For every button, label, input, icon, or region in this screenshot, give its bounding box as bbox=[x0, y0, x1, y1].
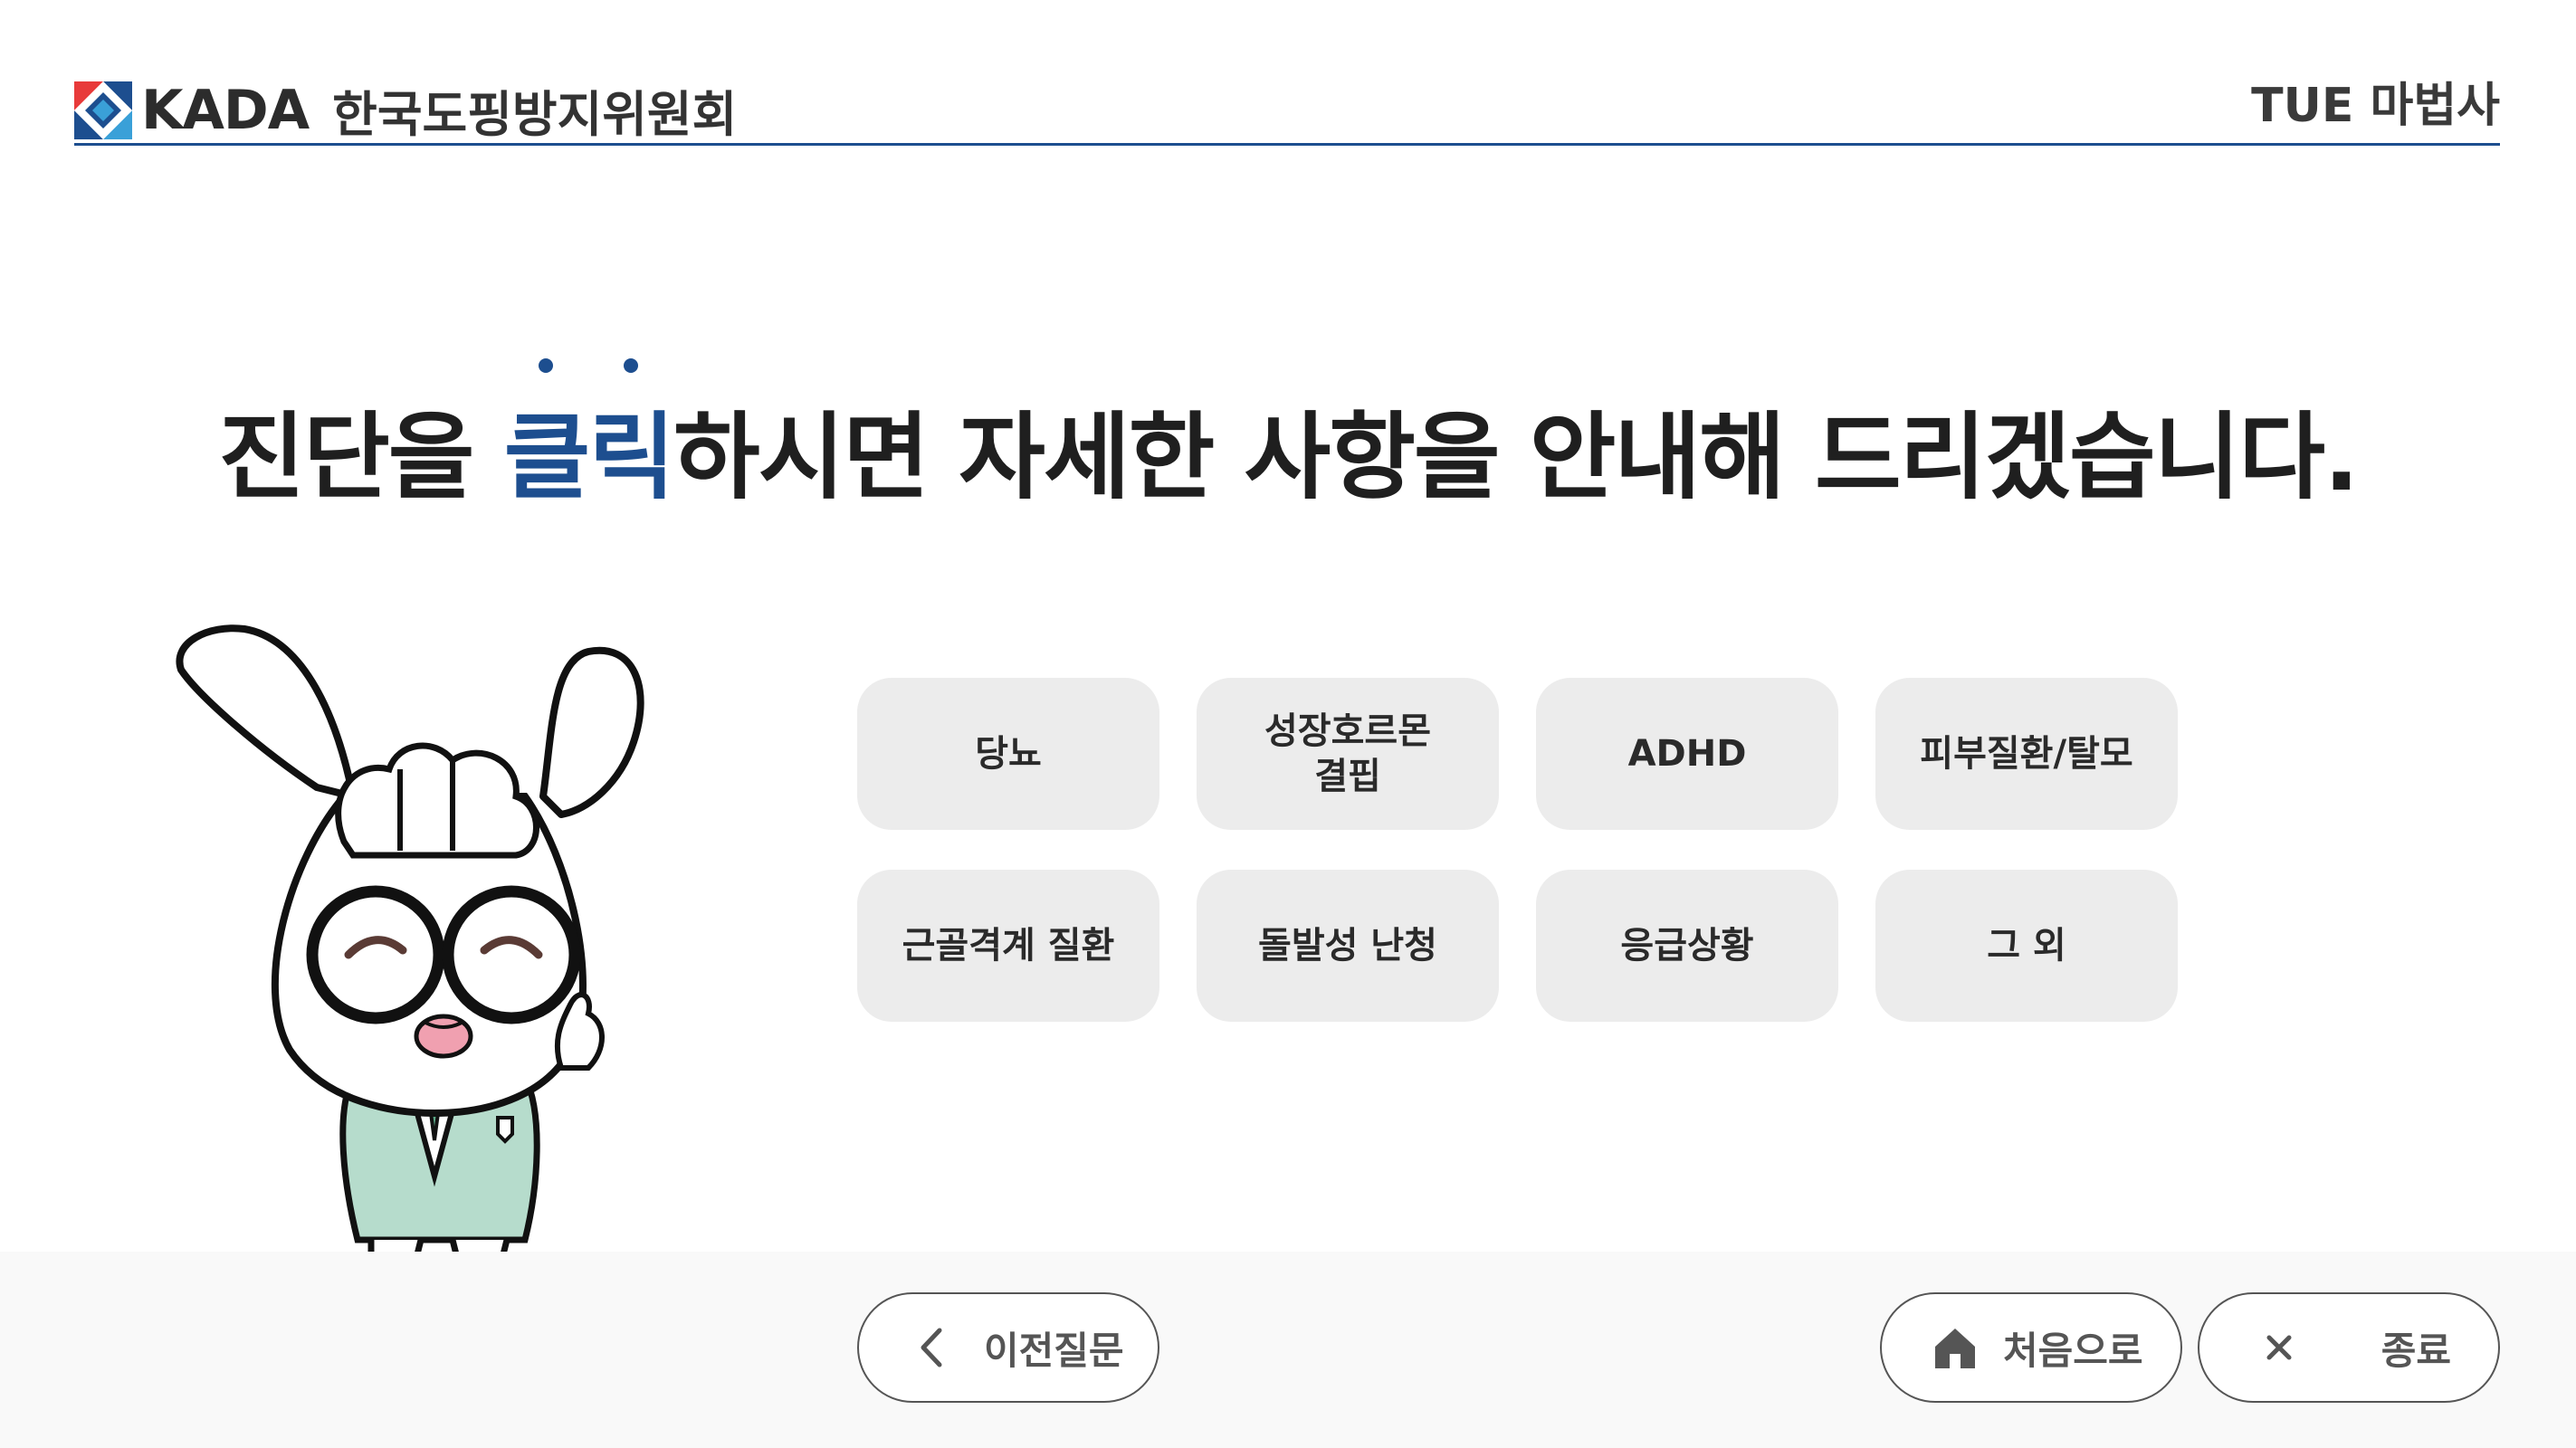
exit-button[interactable]: 종료 bbox=[2198, 1292, 2500, 1403]
diagnosis-button-musculoskeletal[interactable]: 근골격계 질환 bbox=[857, 870, 1159, 1022]
app-title: TUE 마법사 bbox=[2251, 79, 2500, 133]
logo-org-name: 한국도핑방지위원회 bbox=[332, 86, 738, 143]
headline-emphasis: 클릭 bbox=[503, 358, 675, 517]
diagnosis-label: ADHD bbox=[1627, 733, 1747, 775]
diagnosis-label: 피부질환/탈모 bbox=[1920, 733, 2133, 775]
headline-emphasis-text: 클릭 bbox=[503, 402, 675, 512]
app-header: KADA 한국도핑방지위원회 TUE 마법사 bbox=[74, 58, 2500, 146]
previous-question-label: 이전질문 bbox=[984, 1328, 1124, 1373]
home-icon bbox=[1932, 1327, 1978, 1368]
diagnosis-label: 돌발성 난청 bbox=[1258, 925, 1437, 967]
diagnosis-button-other[interactable]: 그 외 bbox=[1875, 870, 2178, 1022]
diagnosis-label: 그 외 bbox=[1987, 925, 2066, 967]
instruction-headline: 진단을 클릭하시면 자세한 사항을 안내해 드리겠습니다. bbox=[0, 358, 2576, 517]
kada-logo-icon bbox=[74, 81, 132, 139]
diagnosis-button-diabetes[interactable]: 당뇨 bbox=[857, 678, 1159, 830]
diagnosis-grid: 당뇨 성장호르몬 결핍 ADHD 피부질환/탈모 근골격계 질환 돌발성 난청 … bbox=[857, 678, 2178, 1022]
diagnosis-button-growth-hormone[interactable]: 성장호르몬 결핍 bbox=[1197, 678, 1499, 830]
rabbit-doctor-mascot bbox=[176, 624, 644, 1258]
diagnosis-label: 응급상황 bbox=[1620, 925, 1754, 967]
diagnosis-button-emergency[interactable]: 응급상황 bbox=[1536, 870, 1838, 1022]
footer-bar: 이전질문 처음으로 종료 bbox=[0, 1252, 2576, 1448]
diagnosis-label: 당뇨 bbox=[975, 733, 1042, 775]
close-icon bbox=[2263, 1334, 2295, 1361]
headline-text-before: 진단을 bbox=[218, 402, 504, 512]
diagnosis-button-adhd[interactable]: ADHD bbox=[1536, 678, 1838, 830]
home-label: 처음으로 bbox=[2003, 1328, 2143, 1373]
diagnosis-label: 성장호르몬 결핍 bbox=[1264, 710, 1431, 797]
headline-text-after: 하시면 자세한 사항을 안내해 드리겠습니다. bbox=[673, 402, 2360, 512]
logo-text: KADA bbox=[141, 78, 310, 142]
exit-label: 종료 bbox=[2380, 1328, 2451, 1373]
diagnosis-button-sudden-hearing-loss[interactable]: 돌발성 난청 bbox=[1197, 870, 1499, 1022]
kada-logo[interactable]: KADA 한국도핑방지위원회 bbox=[74, 74, 737, 146]
chevron-left-icon bbox=[913, 1327, 949, 1368]
emphasis-dots bbox=[504, 358, 673, 373]
previous-question-button[interactable]: 이전질문 bbox=[857, 1292, 1159, 1403]
diagnosis-button-skin-hairloss[interactable]: 피부질환/탈모 bbox=[1875, 678, 2178, 830]
diagnosis-label: 근골격계 질환 bbox=[902, 925, 1115, 967]
home-button[interactable]: 처음으로 bbox=[1880, 1292, 2182, 1403]
